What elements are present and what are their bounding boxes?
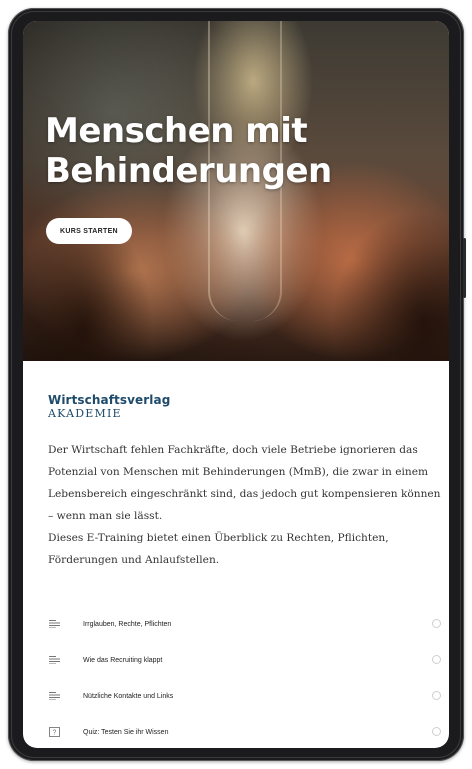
lesson-status-circle-icon xyxy=(432,691,441,700)
publisher-logo-name: Wirtschaftsverlag xyxy=(48,393,171,407)
start-course-button[interactable]: KURS STARTEN xyxy=(46,218,132,244)
lesson-item[interactable]: Wie das Recruiting klappt xyxy=(41,642,441,678)
lesson-status-circle-icon xyxy=(432,655,441,664)
course-title-line-1: Menschen mit xyxy=(45,111,308,151)
lesson-lines-icon xyxy=(41,620,77,628)
lesson-title: Quiz: Testen Sie ihr Wissen xyxy=(83,728,169,736)
svg-text:?: ? xyxy=(53,730,57,737)
tablet-side-button xyxy=(463,238,466,298)
lesson-title: Irrglauben, Rechte, Pflichten xyxy=(83,620,172,628)
publisher-logo: Wirtschaftsverlag AKADEMIE xyxy=(48,393,170,421)
lesson-lines-icon xyxy=(41,692,77,700)
course-description: Der Wirtschaft fehlen Fachkräfte, doch v… xyxy=(48,439,448,571)
quiz-icon: ? xyxy=(41,727,77,737)
lesson-item[interactable]: Irrglauben, Rechte, Pflichten xyxy=(41,606,441,642)
lesson-title: Wie das Recruiting klappt xyxy=(83,656,163,664)
course-screen: Menschen mit Behinderungen KURS STARTEN W… xyxy=(23,21,449,748)
course-title: Menschen mit Behinderungen xyxy=(45,111,332,191)
course-title-line-2: Behinderungen xyxy=(45,151,332,191)
course-hero: Menschen mit Behinderungen KURS STARTEN xyxy=(23,21,449,361)
course-description-paragraph-2: Dieses E-Training bietet einen Überblick… xyxy=(48,532,389,566)
course-description-paragraph-1: Der Wirtschaft fehlen Fachkräfte, doch v… xyxy=(48,444,441,522)
lesson-status-circle-icon xyxy=(432,619,441,628)
lesson-title: Nützliche Kontakte und Links xyxy=(83,692,174,700)
lesson-lines-icon xyxy=(41,656,77,664)
lesson-item[interactable]: ? Quiz: Testen Sie ihr Wissen xyxy=(41,714,441,748)
lesson-status-circle-icon xyxy=(432,727,441,736)
tablet-frame: Menschen mit Behinderungen KURS STARTEN W… xyxy=(8,8,466,761)
hero-image-shade xyxy=(23,21,449,361)
publisher-logo-subtitle: AKADEMIE xyxy=(48,407,122,420)
lesson-item[interactable]: Nützliche Kontakte und Links xyxy=(41,678,441,714)
lesson-list: Irrglauben, Rechte, Pflichten Wie das Re… xyxy=(41,606,441,748)
